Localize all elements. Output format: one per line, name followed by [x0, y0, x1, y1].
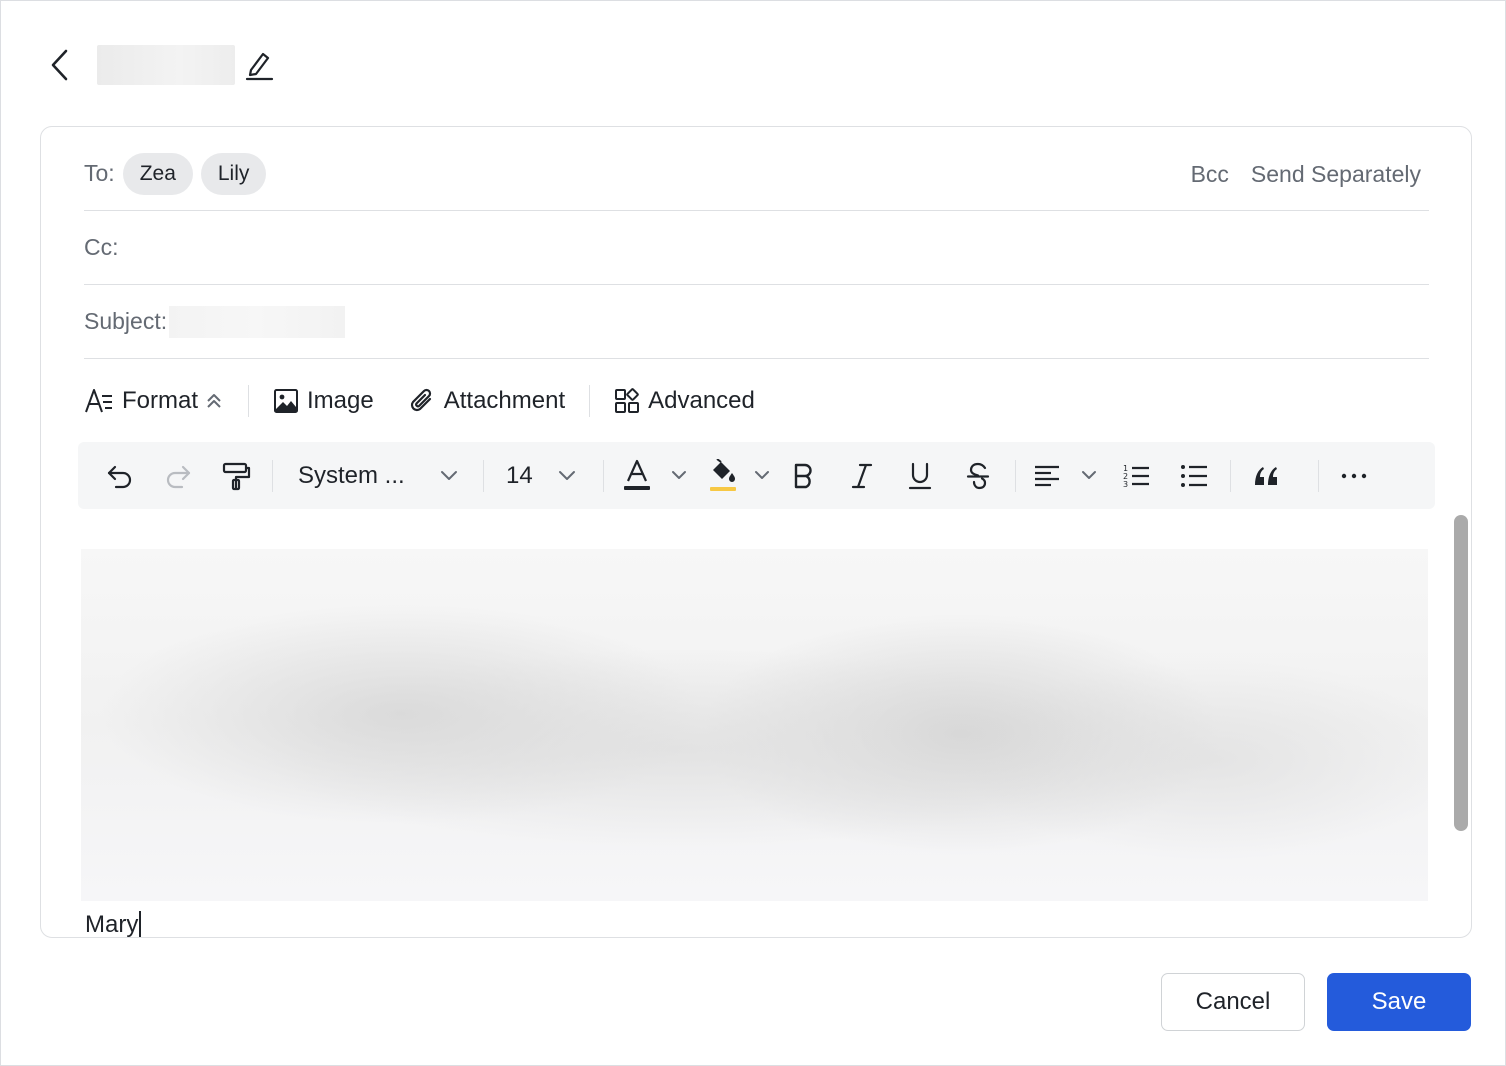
tab-advanced[interactable]: Advanced — [614, 387, 755, 415]
email-body-redacted[interactable] — [81, 549, 1428, 901]
undo-icon — [107, 465, 132, 488]
redo-icon — [166, 465, 191, 488]
ordered-list-icon: 1 2 3 — [1123, 464, 1149, 489]
strikethrough-icon — [966, 462, 990, 489]
bullet-list-icon — [1181, 464, 1207, 487]
bcc-button[interactable]: Bcc — [1191, 161, 1229, 188]
text-align-button[interactable] — [1033, 442, 1097, 509]
image-icon — [274, 389, 299, 413]
ordered-list-button[interactable]: 1 2 3 — [1116, 442, 1156, 509]
svg-text:3: 3 — [1123, 480, 1128, 489]
compose-tabs: Format Image Attachment Advanced — [84, 381, 755, 421]
bullet-list-button[interactable] — [1174, 442, 1214, 509]
cc-label: Cc: — [84, 234, 119, 260]
more-horizontal-icon — [1341, 473, 1367, 478]
chevron-down-icon — [755, 470, 769, 479]
recipient-chip[interactable]: Lily — [200, 152, 267, 195]
strikethrough-button[interactable] — [958, 442, 998, 509]
quote-button[interactable] — [1246, 442, 1286, 509]
font-family-value: System ... — [298, 461, 405, 489]
formatting-toolbar: System ... 14 1 2 3 — [78, 442, 1435, 509]
text-color-icon — [624, 459, 650, 490]
to-actions: Bcc Send Separately — [1191, 137, 1421, 211]
align-left-icon — [1035, 465, 1059, 486]
format-painter-button[interactable] — [216, 442, 256, 509]
tab-format-label: Format — [122, 387, 199, 414]
back-button[interactable] — [41, 45, 77, 85]
cc-row[interactable]: Cc: — [84, 211, 1429, 285]
bold-button[interactable] — [784, 442, 824, 509]
font-family-select[interactable]: System ... — [288, 442, 468, 509]
subject-redacted — [169, 305, 346, 338]
tab-divider — [248, 385, 250, 417]
tab-advanced-label: Advanced — [648, 387, 755, 414]
send-separately-button[interactable]: Send Separately — [1251, 161, 1421, 188]
format-painter-icon — [222, 462, 251, 490]
underline-icon — [908, 462, 932, 489]
tab-image-label: Image — [307, 387, 374, 414]
email-editor-window: To: Zea Lily Bcc Send Separately Cc: Sub… — [0, 0, 1506, 1066]
save-button[interactable]: Save — [1327, 973, 1471, 1031]
more-options-button[interactable] — [1334, 442, 1374, 509]
chevron-left-icon — [51, 49, 68, 81]
email-body-signature[interactable]: Mary — [85, 911, 142, 937]
highlight-color-button[interactable] — [708, 442, 770, 509]
chevron-down-icon — [672, 470, 686, 479]
bold-icon — [794, 463, 812, 488]
double-chevron-up-icon — [207, 394, 221, 408]
italic-icon — [851, 463, 873, 488]
undo-button[interactable] — [100, 442, 140, 509]
tab-format[interactable]: Format — [84, 387, 224, 415]
subject-row[interactable]: Subject: — [84, 285, 1429, 359]
font-size-value: 14 — [506, 461, 533, 489]
text-format-icon — [85, 389, 112, 413]
pencil-icon — [245, 52, 274, 81]
paperclip-icon — [410, 388, 431, 412]
cancel-button[interactable]: Cancel — [1161, 973, 1305, 1031]
underline-button[interactable] — [900, 442, 940, 509]
recipient-chip[interactable]: Zea — [122, 152, 193, 195]
text-color-button[interactable] — [623, 442, 687, 509]
to-row: To: Zea Lily Bcc Send Separately — [84, 137, 1429, 211]
text-cursor — [139, 911, 142, 937]
to-label: To: — [84, 160, 115, 186]
apps-grid-icon — [615, 388, 640, 413]
tab-attachment[interactable]: Attachment — [408, 387, 565, 415]
compose-card: To: Zea Lily Bcc Send Separately Cc: Sub… — [40, 126, 1472, 938]
tab-divider — [589, 385, 591, 417]
draft-title-redacted — [97, 45, 235, 85]
chevron-down-icon — [441, 470, 457, 480]
body-scrollbar[interactable] — [1454, 515, 1468, 831]
chevron-down-icon — [559, 470, 575, 480]
chevron-down-icon — [1082, 470, 1096, 479]
font-size-select[interactable]: 14 — [496, 442, 586, 509]
quote-icon — [1255, 466, 1277, 485]
paint-bucket-icon — [710, 458, 736, 491]
tab-image[interactable]: Image — [273, 387, 374, 415]
subject-label: Subject: — [84, 308, 168, 334]
redo-button[interactable] — [158, 442, 198, 509]
tab-attachment-label: Attachment — [443, 387, 566, 414]
italic-button[interactable] — [842, 442, 882, 509]
edit-title-button[interactable] — [241, 47, 277, 83]
